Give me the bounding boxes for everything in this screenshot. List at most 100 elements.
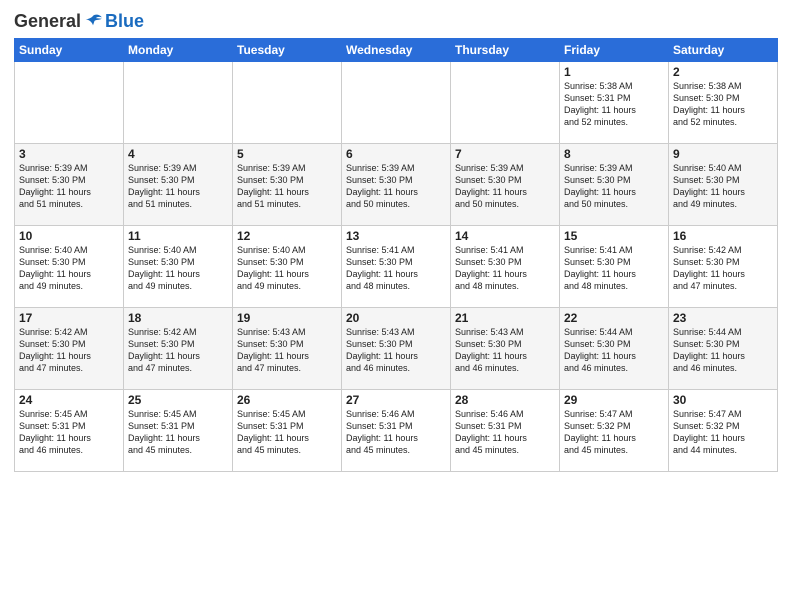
day-number: 13 bbox=[346, 229, 446, 243]
calendar-cell: 25Sunrise: 5:45 AM Sunset: 5:31 PM Dayli… bbox=[124, 390, 233, 472]
calendar-cell bbox=[342, 62, 451, 144]
calendar-cell: 7Sunrise: 5:39 AM Sunset: 5:30 PM Daylig… bbox=[451, 144, 560, 226]
calendar-cell: 18Sunrise: 5:42 AM Sunset: 5:30 PM Dayli… bbox=[124, 308, 233, 390]
day-number: 30 bbox=[673, 393, 773, 407]
day-number: 6 bbox=[346, 147, 446, 161]
day-number: 4 bbox=[128, 147, 228, 161]
day-info: Sunrise: 5:46 AM Sunset: 5:31 PM Dayligh… bbox=[455, 408, 555, 457]
day-info: Sunrise: 5:42 AM Sunset: 5:30 PM Dayligh… bbox=[673, 244, 773, 293]
day-number: 2 bbox=[673, 65, 773, 79]
calendar-cell: 26Sunrise: 5:45 AM Sunset: 5:31 PM Dayli… bbox=[233, 390, 342, 472]
day-number: 20 bbox=[346, 311, 446, 325]
day-number: 19 bbox=[237, 311, 337, 325]
day-info: Sunrise: 5:44 AM Sunset: 5:30 PM Dayligh… bbox=[564, 326, 664, 375]
day-info: Sunrise: 5:45 AM Sunset: 5:31 PM Dayligh… bbox=[237, 408, 337, 457]
column-header-friday: Friday bbox=[560, 39, 669, 62]
day-info: Sunrise: 5:44 AM Sunset: 5:30 PM Dayligh… bbox=[673, 326, 773, 375]
calendar-cell: 10Sunrise: 5:40 AM Sunset: 5:30 PM Dayli… bbox=[15, 226, 124, 308]
day-number: 12 bbox=[237, 229, 337, 243]
day-number: 27 bbox=[346, 393, 446, 407]
day-info: Sunrise: 5:38 AM Sunset: 5:31 PM Dayligh… bbox=[564, 80, 664, 129]
day-info: Sunrise: 5:47 AM Sunset: 5:32 PM Dayligh… bbox=[564, 408, 664, 457]
day-info: Sunrise: 5:39 AM Sunset: 5:30 PM Dayligh… bbox=[128, 162, 228, 211]
day-info: Sunrise: 5:39 AM Sunset: 5:30 PM Dayligh… bbox=[19, 162, 119, 211]
column-header-saturday: Saturday bbox=[669, 39, 778, 62]
day-info: Sunrise: 5:40 AM Sunset: 5:30 PM Dayligh… bbox=[673, 162, 773, 211]
day-number: 28 bbox=[455, 393, 555, 407]
day-info: Sunrise: 5:41 AM Sunset: 5:30 PM Dayligh… bbox=[455, 244, 555, 293]
logo: General Blue bbox=[14, 10, 144, 32]
day-number: 29 bbox=[564, 393, 664, 407]
calendar-cell: 28Sunrise: 5:46 AM Sunset: 5:31 PM Dayli… bbox=[451, 390, 560, 472]
calendar-cell bbox=[15, 62, 124, 144]
day-info: Sunrise: 5:45 AM Sunset: 5:31 PM Dayligh… bbox=[128, 408, 228, 457]
day-info: Sunrise: 5:38 AM Sunset: 5:30 PM Dayligh… bbox=[673, 80, 773, 129]
calendar-cell: 12Sunrise: 5:40 AM Sunset: 5:30 PM Dayli… bbox=[233, 226, 342, 308]
column-header-wednesday: Wednesday bbox=[342, 39, 451, 62]
calendar: SundayMondayTuesdayWednesdayThursdayFrid… bbox=[14, 38, 778, 472]
day-info: Sunrise: 5:42 AM Sunset: 5:30 PM Dayligh… bbox=[128, 326, 228, 375]
column-header-thursday: Thursday bbox=[451, 39, 560, 62]
calendar-cell: 8Sunrise: 5:39 AM Sunset: 5:30 PM Daylig… bbox=[560, 144, 669, 226]
week-row-3: 10Sunrise: 5:40 AM Sunset: 5:30 PM Dayli… bbox=[15, 226, 778, 308]
logo-blue-text: Blue bbox=[105, 12, 144, 30]
column-header-tuesday: Tuesday bbox=[233, 39, 342, 62]
day-info: Sunrise: 5:41 AM Sunset: 5:30 PM Dayligh… bbox=[346, 244, 446, 293]
calendar-cell: 5Sunrise: 5:39 AM Sunset: 5:30 PM Daylig… bbox=[233, 144, 342, 226]
day-number: 7 bbox=[455, 147, 555, 161]
day-number: 17 bbox=[19, 311, 119, 325]
day-info: Sunrise: 5:39 AM Sunset: 5:30 PM Dayligh… bbox=[564, 162, 664, 211]
calendar-cell: 29Sunrise: 5:47 AM Sunset: 5:32 PM Dayli… bbox=[560, 390, 669, 472]
header: General Blue bbox=[14, 10, 778, 32]
calendar-cell: 6Sunrise: 5:39 AM Sunset: 5:30 PM Daylig… bbox=[342, 144, 451, 226]
calendar-cell bbox=[451, 62, 560, 144]
week-row-1: 1Sunrise: 5:38 AM Sunset: 5:31 PM Daylig… bbox=[15, 62, 778, 144]
calendar-cell: 17Sunrise: 5:42 AM Sunset: 5:30 PM Dayli… bbox=[15, 308, 124, 390]
day-info: Sunrise: 5:47 AM Sunset: 5:32 PM Dayligh… bbox=[673, 408, 773, 457]
day-info: Sunrise: 5:43 AM Sunset: 5:30 PM Dayligh… bbox=[455, 326, 555, 375]
day-info: Sunrise: 5:41 AM Sunset: 5:30 PM Dayligh… bbox=[564, 244, 664, 293]
day-info: Sunrise: 5:40 AM Sunset: 5:30 PM Dayligh… bbox=[19, 244, 119, 293]
day-number: 9 bbox=[673, 147, 773, 161]
calendar-cell: 20Sunrise: 5:43 AM Sunset: 5:30 PM Dayli… bbox=[342, 308, 451, 390]
day-number: 10 bbox=[19, 229, 119, 243]
day-number: 16 bbox=[673, 229, 773, 243]
logo-general-text: General bbox=[14, 12, 81, 30]
calendar-cell bbox=[233, 62, 342, 144]
day-number: 25 bbox=[128, 393, 228, 407]
day-number: 24 bbox=[19, 393, 119, 407]
day-info: Sunrise: 5:46 AM Sunset: 5:31 PM Dayligh… bbox=[346, 408, 446, 457]
day-info: Sunrise: 5:45 AM Sunset: 5:31 PM Dayligh… bbox=[19, 408, 119, 457]
calendar-cell: 2Sunrise: 5:38 AM Sunset: 5:30 PM Daylig… bbox=[669, 62, 778, 144]
day-number: 23 bbox=[673, 311, 773, 325]
calendar-cell: 30Sunrise: 5:47 AM Sunset: 5:32 PM Dayli… bbox=[669, 390, 778, 472]
day-info: Sunrise: 5:43 AM Sunset: 5:30 PM Dayligh… bbox=[346, 326, 446, 375]
calendar-cell: 21Sunrise: 5:43 AM Sunset: 5:30 PM Dayli… bbox=[451, 308, 560, 390]
week-row-4: 17 Sunrise: 5:42 AM Sunset: 5:30 PM Dayli… bbox=[15, 308, 778, 390]
column-header-monday: Monday bbox=[124, 39, 233, 62]
calendar-cell: 23Sunrise: 5:44 AM Sunset: 5:30 PM Dayli… bbox=[669, 308, 778, 390]
day-number: 8 bbox=[564, 147, 664, 161]
week-row-5: 24Sunrise: 5:45 AM Sunset: 5:31 PM Dayli… bbox=[15, 390, 778, 472]
calendar-cell: 16Sunrise: 5:42 AM Sunset: 5:30 PM Dayli… bbox=[669, 226, 778, 308]
day-info: Sunrise: 5:39 AM Sunset: 5:30 PM Dayligh… bbox=[237, 162, 337, 211]
calendar-cell: 22Sunrise: 5:44 AM Sunset: 5:30 PM Dayli… bbox=[560, 308, 669, 390]
day-number: 14 bbox=[455, 229, 555, 243]
day-number: 3 bbox=[19, 147, 119, 161]
page: General Blue SundayMondayTuesdayWednesda… bbox=[0, 0, 792, 612]
calendar-cell: 15Sunrise: 5:41 AM Sunset: 5:30 PM Dayli… bbox=[560, 226, 669, 308]
calendar-cell: 19Sunrise: 5:43 AM Sunset: 5:30 PM Dayli… bbox=[233, 308, 342, 390]
column-header-sunday: Sunday bbox=[15, 39, 124, 62]
day-info: Sunrise: 5:39 AM Sunset: 5:30 PM Dayligh… bbox=[455, 162, 555, 211]
day-number: 22 bbox=[564, 311, 664, 325]
calendar-cell: 4Sunrise: 5:39 AM Sunset: 5:30 PM Daylig… bbox=[124, 144, 233, 226]
day-number: 18 bbox=[128, 311, 228, 325]
calendar-cell: 14Sunrise: 5:41 AM Sunset: 5:30 PM Dayli… bbox=[451, 226, 560, 308]
calendar-cell: 24Sunrise: 5:45 AM Sunset: 5:31 PM Dayli… bbox=[15, 390, 124, 472]
logo-bird-icon bbox=[82, 10, 104, 32]
day-number: 11 bbox=[128, 229, 228, 243]
header-row: SundayMondayTuesdayWednesdayThursdayFrid… bbox=[15, 39, 778, 62]
day-number: 26 bbox=[237, 393, 337, 407]
calendar-cell: 13Sunrise: 5:41 AM Sunset: 5:30 PM Dayli… bbox=[342, 226, 451, 308]
day-info: Sunrise: 5:40 AM Sunset: 5:30 PM Dayligh… bbox=[128, 244, 228, 293]
